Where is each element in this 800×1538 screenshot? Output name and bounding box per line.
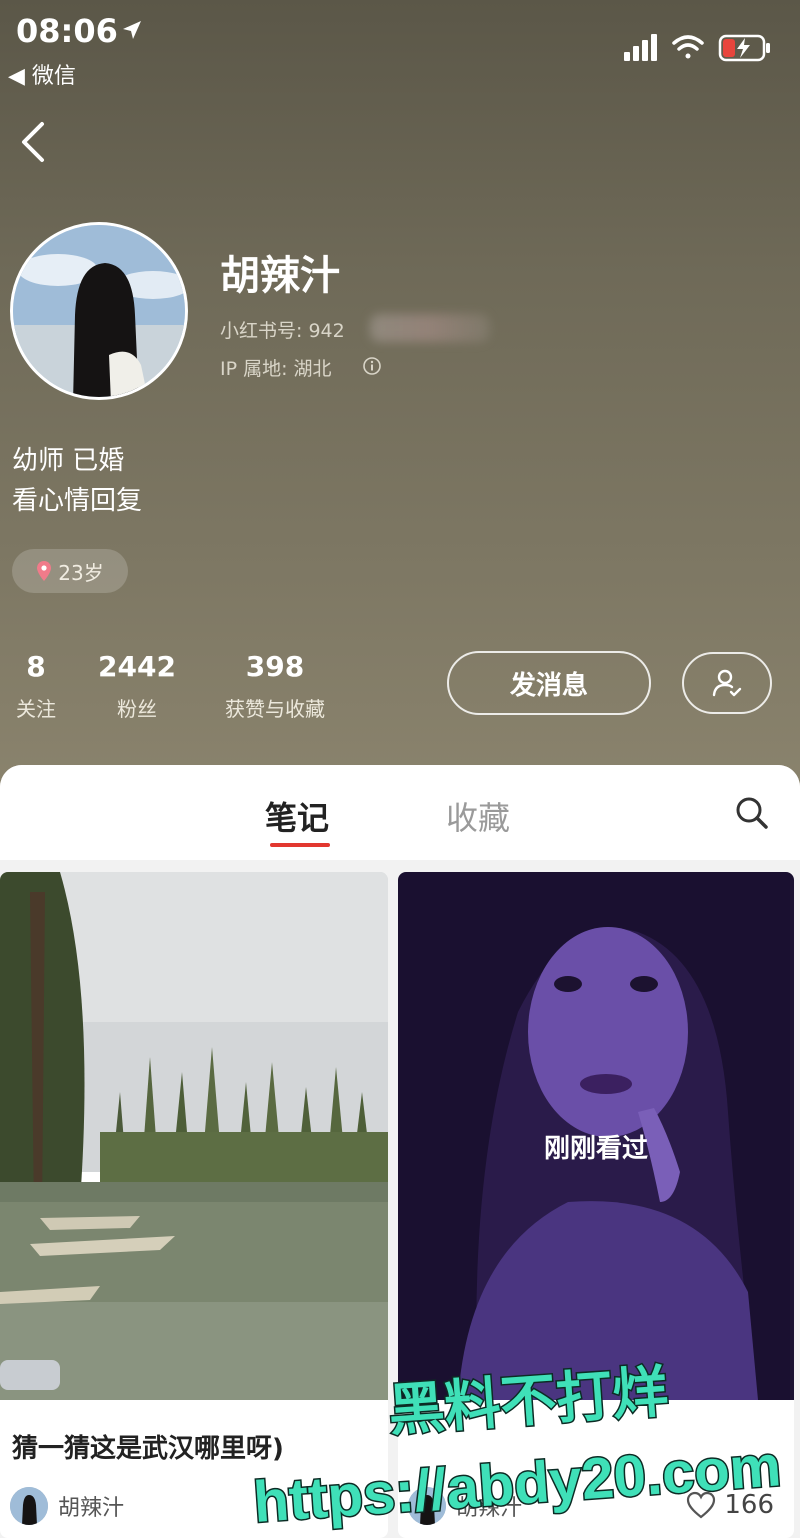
ip-location: IP 属地: 湖北 bbox=[220, 358, 332, 380]
profile-header: 08:06 ◀ 微信 胡辣汁 小红书号: 942 IP 属地: 湖北 幼师 已婚… bbox=[0, 0, 800, 790]
like-counter[interactable]: 166 bbox=[686, 1490, 774, 1520]
send-message-button[interactable]: 发消息 bbox=[447, 651, 651, 715]
avatar[interactable] bbox=[10, 222, 188, 400]
stat-followers-label: 粉丝 bbox=[117, 697, 157, 721]
author-name: 胡辣汁 bbox=[58, 1496, 125, 1521]
user-check-icon bbox=[712, 669, 742, 697]
lake-photo bbox=[0, 872, 388, 1400]
notes-feed: 笔记 收藏 猜一猜这是武汉哪里呀) 胡辣汁 刚刚看过 胡辣汁 166 bbox=[0, 765, 800, 1538]
note-author[interactable]: 胡辣汁 bbox=[408, 1486, 522, 1526]
search-icon[interactable] bbox=[732, 793, 772, 833]
stat-likes-value: 398 bbox=[245, 650, 305, 683]
bio-line-1: 幼师 已婚 bbox=[12, 446, 125, 476]
age-tag-label: 23岁 bbox=[58, 560, 104, 585]
wifi-icon bbox=[672, 35, 704, 59]
back-to-app-link[interactable]: ◀ 微信 bbox=[8, 58, 76, 90]
stat-likes-collections[interactable]: 398 获赞与收藏 bbox=[210, 650, 340, 722]
avatar-image bbox=[13, 225, 185, 397]
author-avatar bbox=[10, 1487, 48, 1525]
note-author[interactable]: 胡辣汁 bbox=[10, 1486, 124, 1526]
follow-button[interactable] bbox=[682, 652, 772, 714]
heart-icon bbox=[687, 1491, 716, 1519]
stat-following-value: 8 bbox=[26, 650, 46, 683]
username: 胡辣汁 bbox=[220, 253, 340, 299]
author-name: 胡辣汁 bbox=[456, 1496, 523, 1521]
note-card[interactable]: 猜一猜这是武汉哪里呀) 胡辣汁 bbox=[0, 872, 388, 1538]
note-card[interactable]: 刚刚看过 胡辣汁 166 bbox=[398, 872, 794, 1538]
user-id-blur bbox=[370, 314, 490, 342]
stat-following-label: 关注 bbox=[16, 697, 56, 721]
recently-viewed-label: 刚刚看过 bbox=[543, 1134, 648, 1164]
status-time: 08:06 bbox=[16, 12, 118, 50]
note-title: 猜一猜这是武汉哪里呀) bbox=[12, 1434, 284, 1464]
stat-followers[interactable]: 2442 粉丝 bbox=[92, 650, 182, 722]
tab-notes[interactable]: 笔记 bbox=[265, 793, 329, 839]
tab-collections[interactable]: 收藏 bbox=[446, 793, 510, 839]
tab-bar: 笔记 收藏 bbox=[0, 765, 800, 860]
active-tab-indicator bbox=[270, 843, 330, 847]
age-tag: 23岁 bbox=[12, 549, 128, 593]
signal-icon bbox=[624, 34, 657, 61]
stat-following[interactable]: 8 关注 bbox=[8, 650, 64, 722]
stat-likes-label: 获赞与收藏 bbox=[225, 697, 325, 721]
back-arrow-icon[interactable] bbox=[14, 116, 54, 168]
user-id: 小红书号: 942 bbox=[220, 320, 345, 342]
author-avatar bbox=[408, 1487, 446, 1525]
bio-line-2: 看心情回复 bbox=[12, 486, 143, 516]
status-bar: 08:06 ◀ 微信 bbox=[0, 0, 800, 95]
battery-charging-icon bbox=[718, 34, 770, 62]
status-icons bbox=[624, 34, 770, 62]
location-arrow-icon bbox=[123, 21, 141, 39]
like-count: 166 bbox=[724, 1490, 774, 1520]
info-icon[interactable] bbox=[362, 356, 382, 376]
location-pin-icon bbox=[37, 561, 52, 581]
stat-followers-value: 2442 bbox=[98, 650, 176, 683]
